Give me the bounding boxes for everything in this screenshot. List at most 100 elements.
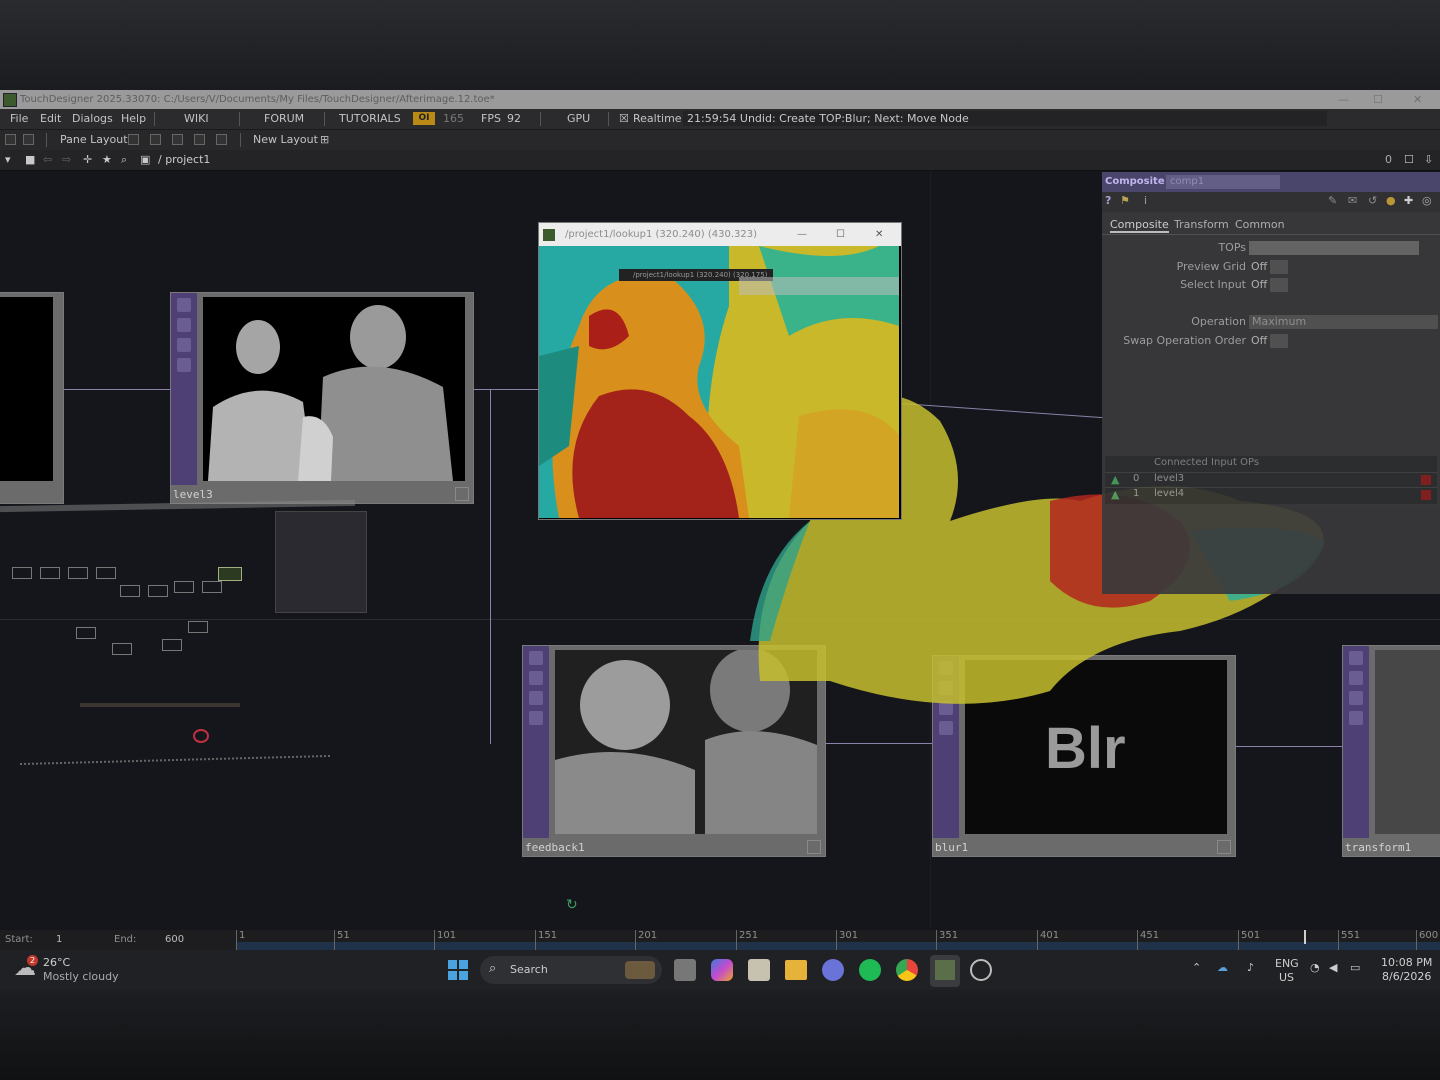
- viewer-minimize-button[interactable]: —: [797, 223, 807, 246]
- tab-transform[interactable]: Transform: [1174, 218, 1229, 231]
- python-help-icon[interactable]: ⚑: [1120, 194, 1130, 207]
- home-icon[interactable]: ✛: [83, 150, 92, 170]
- op-name-field[interactable]: comp1: [1166, 175, 1280, 189]
- current-path[interactable]: / project1: [158, 150, 210, 170]
- tab-composite[interactable]: Composite: [1110, 218, 1169, 233]
- clock-time[interactable]: 10:08 PM: [1381, 956, 1432, 969]
- maximize-pane-icon[interactable]: ☐: [1404, 150, 1414, 170]
- node-partial-left[interactable]: [0, 292, 64, 504]
- discord-icon[interactable]: [822, 959, 844, 981]
- swap-order-toggle[interactable]: Off: [1251, 333, 1267, 349]
- forward-icon[interactable]: ⇨: [62, 150, 71, 170]
- pane-menu-icon[interactable]: ⇩: [1424, 150, 1433, 170]
- store-icon[interactable]: [748, 959, 770, 981]
- settings-icon[interactable]: ◎: [1422, 194, 1432, 207]
- node-label-transform1[interactable]: transform1: [1345, 840, 1411, 856]
- preview-grid-toggle[interactable]: Off: [1251, 259, 1267, 275]
- add-layout-icon[interactable]: ⊞: [320, 130, 329, 150]
- toggle-box[interactable]: [1270, 334, 1288, 348]
- stop-icon[interactable]: ■: [25, 150, 35, 170]
- add-icon[interactable]: ✚: [1404, 194, 1413, 207]
- viewer-titlebar[interactable]: /project1/lookup1 (320.240) (430.323) — …: [539, 223, 901, 246]
- split-pane-icon-4[interactable]: [194, 134, 205, 145]
- node-label-blur1[interactable]: blur1: [935, 840, 968, 856]
- region-code[interactable]: US: [1279, 971, 1294, 984]
- viewer-maximize-button[interactable]: ☐: [836, 223, 845, 246]
- node-viewer-toggle[interactable]: [807, 840, 821, 854]
- info-icon[interactable]: i: [1144, 194, 1147, 207]
- tray-overflow-icon[interactable]: ⌃: [1192, 961, 1201, 974]
- search-icon[interactable]: ⌕: [121, 150, 127, 170]
- chrome-icon[interactable]: [896, 959, 918, 981]
- select-input-toggle[interactable]: Off: [1251, 277, 1267, 293]
- playhead[interactable]: [1304, 930, 1306, 944]
- edit-icon[interactable]: ✎: [1328, 194, 1337, 207]
- toggle-box[interactable]: [1270, 278, 1288, 292]
- windows-start-icon[interactable]: [448, 960, 468, 980]
- tops-field[interactable]: [1249, 241, 1419, 255]
- weather-desc[interactable]: Mostly cloudy: [43, 970, 119, 983]
- node-level3[interactable]: level3: [170, 292, 474, 504]
- language-code[interactable]: ENG: [1275, 957, 1299, 970]
- wifi-icon[interactable]: ◔: [1310, 961, 1320, 974]
- wiki-link[interactable]: WIKI: [184, 109, 209, 129]
- close-button[interactable]: ✕: [1413, 90, 1422, 109]
- end-value[interactable]: 600: [165, 934, 184, 945]
- comment-icon[interactable]: ✉: [1348, 194, 1357, 207]
- floating-viewer-window[interactable]: /project1/lookup1 (320.240) (430.323) — …: [538, 222, 902, 520]
- start-value[interactable]: 1: [56, 934, 62, 945]
- viewer-close-button[interactable]: ✕: [875, 223, 883, 246]
- oi-badge[interactable]: OI: [413, 112, 435, 125]
- remove-input-icon[interactable]: [1421, 475, 1431, 485]
- parameter-panel[interactable]: Composite comp1 ? ⚑ i ✎ ✉ ↺ ● ✚ ◎ Compos…: [1102, 172, 1440, 594]
- touchdesigner-taskbar-active[interactable]: [930, 955, 960, 987]
- microphone-icon[interactable]: ♪: [1247, 961, 1254, 974]
- python-icon[interactable]: ●: [1386, 194, 1396, 207]
- connected-row[interactable]: ▲ 1 level4: [1105, 487, 1437, 503]
- toggle-box[interactable]: [1270, 260, 1288, 274]
- back-icon[interactable]: ⇦: [43, 150, 52, 170]
- tab-common[interactable]: Common: [1235, 218, 1285, 231]
- gpu-label[interactable]: GPU: [567, 109, 590, 129]
- window-titlebar[interactable]: TouchDesigner 2025.33070: C:/Users/V/Doc…: [0, 90, 1440, 109]
- new-layout-label[interactable]: New Layout: [253, 130, 318, 150]
- taskbar-search-box[interactable]: ⌕ Search: [480, 956, 662, 984]
- up-arrow-icon[interactable]: ▲: [1111, 488, 1119, 501]
- node-transform1[interactable]: transform1: [1342, 645, 1440, 857]
- layout-icon[interactable]: [5, 134, 16, 145]
- node-label-level3[interactable]: level3: [173, 487, 213, 503]
- app-recorder-icon[interactable]: [970, 959, 992, 981]
- forum-link[interactable]: FORUM: [264, 109, 304, 129]
- minimize-button[interactable]: —: [1338, 90, 1349, 109]
- pane-layout-label[interactable]: Pane Layout: [60, 130, 128, 150]
- connected-row[interactable]: ▲ 0 level3: [1105, 472, 1437, 488]
- split-pane-icon-2[interactable]: [150, 134, 161, 145]
- split-pane-icon-1[interactable]: [128, 134, 139, 145]
- copilot-icon[interactable]: [711, 959, 733, 981]
- weather-temp[interactable]: 26°C: [43, 956, 70, 969]
- clock-date[interactable]: 8/6/2026: [1382, 970, 1431, 983]
- operation-dropdown[interactable]: Maximum: [1249, 315, 1438, 329]
- menu-dialogs[interactable]: Dialogs: [72, 109, 113, 129]
- realtime-checkbox-icon[interactable]: ☒: [619, 109, 629, 129]
- anchor-icon[interactable]: [23, 134, 34, 145]
- menu-file[interactable]: File: [10, 109, 28, 129]
- node-flag-strip[interactable]: [1343, 646, 1369, 838]
- maximize-button[interactable]: ☐: [1373, 90, 1383, 109]
- split-pane-icon-5[interactable]: [216, 134, 227, 145]
- task-view-icon[interactable]: [674, 959, 696, 981]
- node-viewer-toggle[interactable]: [455, 487, 469, 501]
- split-pane-icon-3[interactable]: [172, 134, 183, 145]
- tutorials-link[interactable]: TUTORIALS: [339, 109, 401, 129]
- menu-edit[interactable]: Edit: [40, 109, 61, 129]
- onedrive-icon[interactable]: ☁: [1217, 961, 1228, 974]
- spotify-icon[interactable]: [859, 959, 881, 981]
- menu-help[interactable]: Help: [121, 109, 146, 129]
- folder-icon[interactable]: ▣: [140, 150, 150, 170]
- file-explorer-icon[interactable]: [785, 960, 807, 980]
- node-flag-strip[interactable]: [523, 646, 549, 838]
- remove-input-icon[interactable]: [1421, 490, 1431, 500]
- timeline-bar[interactable]: Start: 1 End: 600 1 51 101 151 201 251 3…: [0, 930, 1440, 950]
- help-icon[interactable]: ?: [1105, 194, 1111, 207]
- battery-icon[interactable]: ▭: [1350, 961, 1360, 974]
